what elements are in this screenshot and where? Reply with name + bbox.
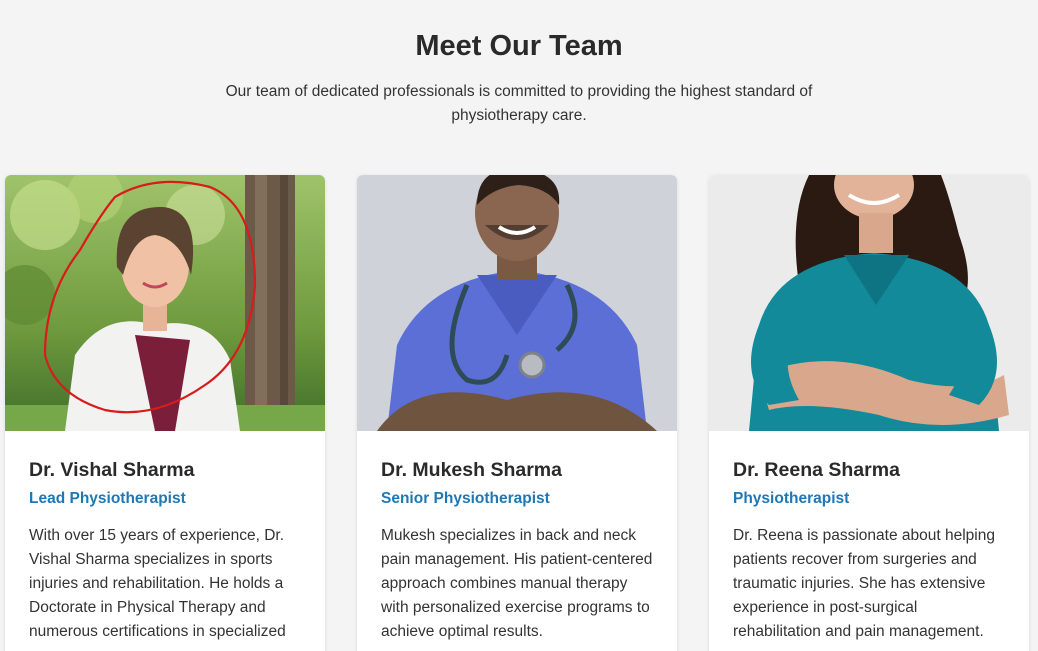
member-role: Physiotherapist (733, 490, 850, 507)
team-card-vishal: Dr. Vishal Sharma Lead Physiotherapist W… (5, 175, 325, 651)
member-name: Dr. Mukesh Sharma (381, 459, 562, 481)
team-photo-mukesh (357, 175, 677, 431)
team-card-mukesh: Dr. Mukesh Sharma Senior Physiotherapist… (357, 175, 677, 651)
photo-mukesh-svg (357, 175, 677, 431)
team-card-reena: Dr. Reena Sharma Physiotherapist Dr. Ree… (709, 175, 1029, 651)
section-subtitle: Our team of dedicated professionals is c… (225, 83, 813, 124)
section-title: Meet Our Team (415, 30, 623, 62)
member-bio: With over 15 years of experience, Dr. Vi… (29, 527, 286, 640)
member-bio: Dr. Reena is passionate about helping pa… (733, 527, 995, 640)
photo-reena-svg (709, 175, 1029, 431)
team-photo-reena (709, 175, 1029, 431)
member-bio: Mukesh specializes in back and neck pain… (381, 527, 653, 640)
member-name: Dr. Reena Sharma (733, 459, 900, 481)
team-section: Meet Our Team Our team of dedicated prof… (0, 0, 1038, 651)
team-photo-vishal (5, 175, 325, 431)
member-role: Lead Physiotherapist (29, 490, 186, 507)
member-name: Dr. Vishal Sharma (29, 459, 195, 481)
photo-vishal-svg (5, 175, 325, 431)
member-role: Senior Physiotherapist (381, 490, 550, 507)
